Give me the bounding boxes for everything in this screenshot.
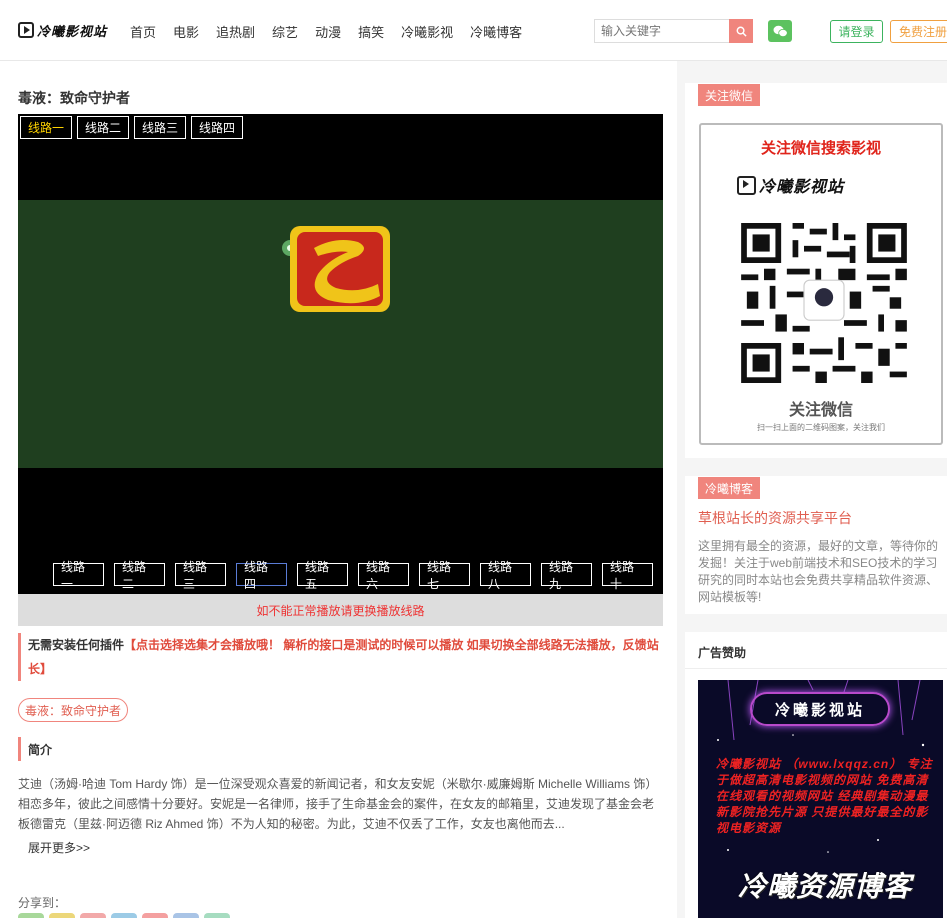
qr-code-image (741, 223, 907, 383)
ad-widget-header: 广告赞助 (685, 632, 947, 669)
share-icons (18, 913, 235, 918)
site-header: 冷曦影视站 首页 电影 追热剧 综艺 动漫 搞笑 冷曦影视 冷曦博客 请登录 免… (0, 0, 947, 61)
top-line-4[interactable]: 线路四 (191, 116, 244, 139)
top-line-2[interactable]: 线路二 (77, 116, 130, 139)
nav-item-funny[interactable]: 搞笑 (358, 22, 384, 41)
bottom-line-9[interactable]: 线路九 (541, 560, 592, 591)
ad-widget-title: 广告赞助 (698, 646, 747, 660)
share-icon[interactable] (142, 913, 168, 918)
video-player[interactable]: 线路一 线路二 线路三 线路四 线路一 线路二 线路三 线路四 线路五 线路六 … (18, 114, 663, 594)
bottom-line-selector: 线路一 线路二 线路三 线路四 线路五 线路六 线路七 线路八 线路九 线路十 (53, 560, 663, 591)
qr-title: 关注微信搜索影视 (760, 140, 881, 157)
bottom-line-10[interactable]: 线路十 (602, 560, 653, 591)
expand-more-link[interactable]: 展开更多>> (28, 839, 90, 856)
qr-caption: 关注微信 (788, 402, 853, 419)
nav-item-anime[interactable]: 动漫 (315, 22, 341, 41)
wechat-icon (773, 25, 788, 37)
bottom-line-5[interactable]: 线路五 (297, 560, 348, 591)
page-title: 毒液：致命守护者 (18, 90, 130, 106)
bottom-line-1[interactable]: 线路一 (53, 560, 104, 591)
title-tag[interactable]: 毒液：致命守护者 (18, 698, 129, 722)
wechat-widget: 关注微信 关注微信搜索影视 冷曦影视站 关注微信 扫一扫上面的二维码图案，关注我… (685, 83, 947, 458)
share-icon[interactable] (111, 913, 137, 918)
bottom-line-6[interactable]: 线路六 (358, 560, 409, 591)
qr-logo: 冷曦影视站 (737, 173, 844, 197)
share-icon[interactable] (173, 913, 199, 918)
playback-notice: 如不能正常播放请更换播放线路 (18, 594, 663, 626)
nav-item-lx-video[interactable]: 冷曦影视 (401, 22, 453, 41)
tip-bold: 无需安装任何插件 (28, 638, 125, 652)
bottom-line-2[interactable]: 线路二 (114, 560, 165, 591)
logo-text: 冷曦影视站 (37, 24, 108, 40)
top-line-3[interactable]: 线路三 (134, 116, 187, 139)
video-frame[interactable] (18, 200, 663, 468)
search-icon (736, 26, 747, 37)
top-line-1[interactable]: 线路一 (20, 116, 73, 139)
share-icon[interactable] (80, 913, 106, 918)
share-icon[interactable] (204, 913, 230, 918)
search-box (594, 19, 753, 43)
share-icon[interactable] (18, 913, 44, 918)
nav-item-movies[interactable]: 电影 (173, 22, 199, 41)
ad-banner[interactable]: 冷曦影视站 冷曦影视站 （www.lxqqz.cn） 专注于做超高清电影视频的网… (698, 680, 943, 918)
intro-heading: 简介 (18, 737, 52, 761)
nav-item-lx-blog[interactable]: 冷曦博客 (470, 22, 522, 41)
blog-widget-tag: 冷曦博客 (698, 477, 761, 499)
bottom-line-8[interactable]: 线路八 (480, 560, 531, 591)
studio-dragon-logo (282, 226, 390, 312)
play-icon (18, 22, 34, 38)
blog-title-link[interactable]: 草根站长的资源共享平台 (698, 508, 852, 528)
bottom-line-4[interactable]: 线路四 (236, 560, 287, 591)
bottom-line-3[interactable]: 线路三 (175, 560, 226, 591)
search-button[interactable] (729, 19, 753, 43)
wechat-qr-card: 关注微信搜索影视 冷曦影视站 关注微信 扫一扫上面的二维码图案，关注我们 (699, 123, 943, 445)
blog-widget: 冷曦博客 草根站长的资源共享平台 这里拥有最全的资源，最好的文章，等待你的发掘！… (685, 476, 947, 614)
play-icon (737, 175, 756, 195)
share-icon[interactable] (49, 913, 75, 918)
nav-item-variety[interactable]: 综艺 (272, 22, 298, 41)
bottom-line-7[interactable]: 线路七 (419, 560, 470, 591)
login-button[interactable]: 请登录 (830, 20, 883, 43)
ad-big-title: 冷曦资源博客 (738, 871, 913, 902)
main-nav: 首页 电影 追热剧 综艺 动漫 搞笑 冷曦影视 冷曦博客 (130, 22, 539, 41)
nav-item-series[interactable]: 追热剧 (216, 22, 255, 41)
intro-text: 艾迪（汤姆·哈迪 Tom Hardy 饰）是一位深受观众喜爱的新闻记者，和女友安… (18, 777, 658, 831)
site-logo[interactable]: 冷曦影视站 (18, 19, 107, 41)
ad-text: 冷曦影视站 （www.lxqqz.cn） 专注于做超高清电影视频的网站 免费高清… (716, 757, 933, 835)
blog-description: 这里拥有最全的资源，最好的文章，等待你的发掘！关注于web前端技术和SEO技术的… (698, 539, 939, 604)
plugin-tip: 无需安装任何插件【点击选择选集才会播放哦！ 解析的接口是测试的时候可以播放 如果… (18, 633, 663, 681)
wechat-widget-tag: 关注微信 (698, 84, 761, 106)
qr-logo-text: 冷曦影视站 (759, 177, 845, 196)
search-input[interactable] (595, 20, 728, 42)
register-button[interactable]: 免费注册 (890, 20, 947, 43)
ad-widget: 广告赞助 冷曦影视站 冷曦影视站 （www.lxqqz.cn） 专注于做超高清电… (685, 632, 947, 918)
qr-small-text: 扫一扫上面的二维码图案，关注我们 (757, 423, 885, 432)
share-label: 分享到： (18, 896, 67, 910)
main-content: 毒液：致命守护者 线路一 线路二 线路三 线路四 线路一 线路二 线路三 线路四… (0, 61, 677, 918)
wechat-button[interactable] (768, 20, 792, 42)
ad-brand: 冷曦影视站 (750, 692, 890, 726)
nav-item-home[interactable]: 首页 (130, 22, 156, 41)
top-line-selector: 线路一 线路二 线路三 线路四 (20, 116, 248, 139)
